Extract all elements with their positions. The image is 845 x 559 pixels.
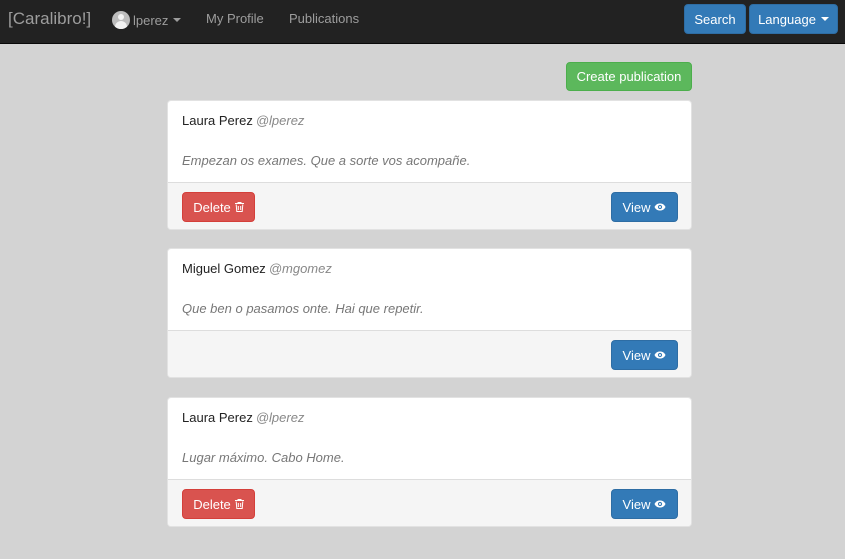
view-button[interactable]: View	[611, 489, 678, 519]
view-label: View	[622, 199, 651, 215]
publication-card: Miguel Gomez @mgomez Que ben o pasamos on…	[167, 248, 692, 378]
delete-button[interactable]: Delete	[182, 489, 255, 519]
brand-logo[interactable]: [Caralibro!]	[8, 9, 91, 29]
delete-button[interactable]: Delete	[182, 192, 255, 222]
username-label: lperez	[133, 12, 169, 28]
create-publication-label: Create publication	[576, 69, 682, 84]
view-button[interactable]: View	[611, 340, 678, 370]
delete-label: Delete	[193, 199, 231, 215]
nav-publications[interactable]: Publications	[289, 11, 359, 26]
author-name: Laura Perez	[182, 113, 253, 128]
eye-icon	[654, 351, 666, 359]
publication-footer: View	[168, 330, 691, 377]
navbar: [Caralibro!] lperez My Profile Publicati…	[0, 0, 845, 44]
view-label: View	[622, 496, 651, 512]
author-name: Laura Perez	[182, 410, 253, 425]
user-avatar-icon	[112, 11, 130, 29]
publication-text: Que ben o pasamos onte. Hai que repetir.	[182, 301, 424, 316]
view-label: View	[622, 347, 651, 363]
eye-icon	[654, 203, 666, 211]
caret-down-icon	[173, 18, 182, 22]
publication-author: Laura Perez @lperez	[182, 113, 304, 128]
publication-author: Laura Perez @lperez	[182, 410, 304, 425]
publication-author: Miguel Gomez @mgomez	[182, 261, 332, 276]
author-handle[interactable]: @lperez	[256, 113, 305, 128]
trash-icon	[234, 202, 244, 212]
publication-text: Empezan os exames. Que a sorte vos acomp…	[182, 153, 471, 168]
publication-footer: Delete View	[168, 479, 691, 526]
author-name: Miguel Gomez	[182, 261, 266, 276]
publication-footer: Delete View	[168, 182, 691, 229]
create-publication-button[interactable]: Create publication	[566, 62, 692, 91]
view-button[interactable]: View	[611, 192, 678, 222]
caret-down-icon	[820, 17, 829, 21]
search-button-label: Search	[694, 11, 736, 27]
publication-text: Lugar máximo. Cabo Home.	[182, 450, 345, 465]
author-handle[interactable]: @lperez	[256, 410, 305, 425]
user-menu-dropdown[interactable]: lperez	[112, 10, 182, 30]
language-dropdown-button[interactable]: Language	[749, 4, 838, 34]
nav-my-profile[interactable]: My Profile	[206, 11, 264, 26]
publication-card: Laura Perez @lperez Empezan os exames. Qu…	[167, 100, 692, 230]
delete-label: Delete	[193, 496, 231, 512]
language-button-label: Language	[758, 11, 816, 27]
trash-icon	[234, 499, 244, 509]
search-button[interactable]: Search	[684, 4, 746, 34]
eye-icon	[654, 500, 666, 508]
author-handle[interactable]: @mgomez	[269, 261, 332, 276]
publication-card: Laura Perez @lperez Lugar máximo. Cabo Ho…	[167, 397, 692, 527]
